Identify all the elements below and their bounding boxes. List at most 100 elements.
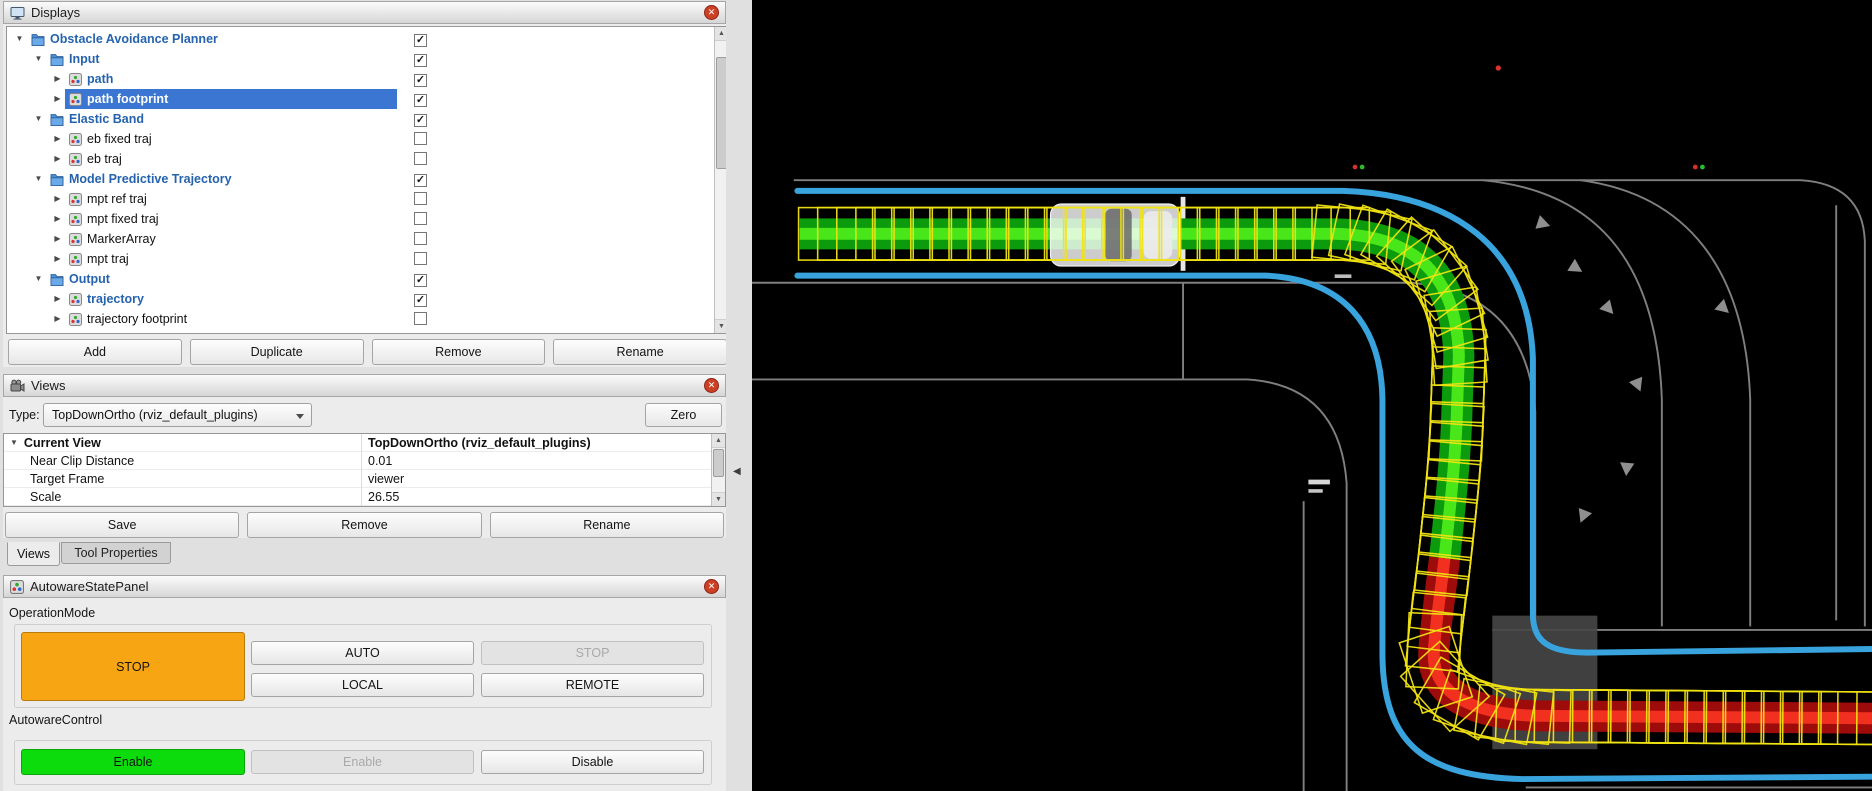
- stop-button: STOP: [481, 641, 704, 665]
- property-name: Target Frame: [4, 469, 362, 488]
- visibility-checkbox[interactable]: ✓: [414, 114, 427, 127]
- scroll-up-icon[interactable]: ▲: [712, 434, 725, 448]
- expander-collapsed-icon[interactable]: ▶: [51, 254, 64, 263]
- expander-expanded-icon[interactable]: ▼: [10, 438, 18, 447]
- tree-row[interactable]: ▶ mpt fixed traj: [7, 209, 714, 229]
- dock-tabbar: Views Tool Properties: [3, 542, 726, 568]
- expander-expanded-icon[interactable]: ▼: [32, 114, 45, 123]
- dock-splitter[interactable]: ◀: [726, 0, 752, 791]
- 3d-viewport[interactable]: [752, 0, 1872, 791]
- operation-mode-status-button[interactable]: STOP: [21, 632, 245, 701]
- folder-icon: [50, 53, 64, 66]
- current-view-table[interactable]: ▼ Current View TopDownOrtho (rviz_defaul…: [3, 433, 726, 507]
- folder-icon: [50, 173, 64, 186]
- visibility-checkbox[interactable]: ✓: [414, 34, 427, 47]
- auto-button[interactable]: AUTO: [251, 641, 474, 665]
- visibility-checkbox[interactable]: ✓: [414, 74, 427, 87]
- tree-item-label: eb traj: [87, 152, 122, 166]
- visibility-checkbox[interactable]: [414, 132, 427, 145]
- expander-collapsed-icon[interactable]: ▶: [51, 154, 64, 163]
- visibility-checkbox[interactable]: [414, 152, 427, 165]
- expander-expanded-icon[interactable]: ▼: [13, 34, 26, 43]
- visibility-checkbox[interactable]: [414, 212, 427, 225]
- table-row[interactable]: Scale 26.55: [4, 487, 725, 506]
- remove-view-button[interactable]: Remove: [247, 512, 482, 538]
- table-row[interactable]: ▼ Current View TopDownOrtho (rviz_defaul…: [4, 434, 725, 452]
- scrollbar-thumb[interactable]: [713, 449, 724, 477]
- tree-row[interactable]: ▶ eb traj: [7, 149, 714, 169]
- views-icon: [10, 379, 25, 393]
- disable-button[interactable]: Disable: [481, 750, 704, 774]
- save-button[interactable]: Save: [5, 512, 240, 538]
- tree-row[interactable]: ▼ Output ✓: [7, 269, 714, 289]
- table-row[interactable]: Target Frame viewer: [4, 469, 725, 488]
- add-button[interactable]: Add: [8, 339, 182, 365]
- tree-row[interactable]: ▼ Obstacle Avoidance Planner ✓: [7, 29, 714, 49]
- displays-tree[interactable]: ▼ Obstacle Avoidance Planner ✓ ▼ Input ✓ ▶ path…: [6, 26, 729, 334]
- tree-row[interactable]: ▶ MarkerArray: [7, 229, 714, 249]
- property-value: 26.55: [368, 489, 400, 504]
- expander-collapsed-icon[interactable]: ▶: [51, 294, 64, 303]
- tree-row[interactable]: ▶ trajectory ✓: [7, 289, 714, 309]
- visibility-checkbox[interactable]: ✓: [414, 294, 427, 307]
- expander-collapsed-icon[interactable]: ▶: [51, 74, 64, 83]
- remote-button[interactable]: REMOTE: [481, 673, 704, 697]
- visibility-checkbox[interactable]: ✓: [414, 94, 427, 107]
- displays-panel: Displays ✕ ▼ Obstacle Avoidance Planner ✓ ▼…: [3, 1, 729, 367]
- expander-collapsed-icon[interactable]: ▶: [51, 214, 64, 223]
- display-icon: [69, 152, 82, 166]
- visibility-checkbox[interactable]: [414, 312, 427, 325]
- zero-button[interactable]: Zero: [645, 403, 722, 427]
- scrollbar[interactable]: ▲ ▼: [711, 434, 725, 506]
- tree-item-label: path: [87, 72, 114, 86]
- close-icon[interactable]: ✕: [704, 5, 719, 20]
- table-row[interactable]: Near Clip Distance 0.01: [4, 451, 725, 470]
- tree-row[interactable]: ▶ trajectory footprint: [7, 309, 714, 329]
- tree-row[interactable]: ▶ eb fixed traj: [7, 129, 714, 149]
- tree-row[interactable]: ▶ path ✓: [7, 69, 714, 89]
- expander-collapsed-icon[interactable]: ▶: [51, 134, 64, 143]
- tree-row[interactable]: ▶ mpt traj: [7, 249, 714, 269]
- close-icon[interactable]: ✕: [704, 378, 719, 393]
- visibility-checkbox[interactable]: ✓: [414, 174, 427, 187]
- visibility-checkbox[interactable]: ✓: [414, 54, 427, 67]
- scroll-down-icon[interactable]: ▼: [712, 492, 725, 506]
- control-status-button[interactable]: Enable: [21, 749, 245, 775]
- tree-item-label: Model Predictive Trajectory: [69, 172, 232, 186]
- tree-row[interactable]: ▶ path footprint ✓: [7, 89, 714, 109]
- tree-row[interactable]: ▶ mpt ref traj: [7, 189, 714, 209]
- displays-titlebar[interactable]: Displays ✕: [3, 1, 726, 24]
- visibility-checkbox[interactable]: [414, 252, 427, 265]
- visibility-checkbox[interactable]: ✓: [414, 274, 427, 287]
- expander-collapsed-icon[interactable]: ▶: [51, 314, 64, 323]
- scene-background: [752, 0, 1872, 791]
- expander-expanded-icon[interactable]: ▼: [32, 174, 45, 183]
- views-titlebar[interactable]: Views ✕: [3, 374, 726, 397]
- expander-collapsed-icon[interactable]: ▶: [51, 234, 64, 243]
- view-type-dropdown[interactable]: TopDownOrtho (rviz_default_plugins): [43, 403, 312, 427]
- rviz-window: Displays ✕ ▼ Obstacle Avoidance Planner ✓ ▼…: [0, 0, 1872, 791]
- expander-expanded-icon[interactable]: ▼: [32, 274, 45, 283]
- display-icon: [69, 92, 82, 106]
- views-button-row: Save Remove Rename: [3, 512, 726, 538]
- visibility-checkbox[interactable]: [414, 192, 427, 205]
- remove-button[interactable]: Remove: [371, 339, 546, 365]
- tree-row[interactable]: ▼ Model Predictive Trajectory ✓: [7, 169, 714, 189]
- close-icon[interactable]: ✕: [704, 579, 719, 594]
- tree-row[interactable]: ▼ Elastic Band ✓: [7, 109, 714, 129]
- state-titlebar[interactable]: AutowareStatePanel ✕: [3, 575, 726, 598]
- expander-collapsed-icon[interactable]: ▶: [51, 194, 64, 203]
- tab-tool-properties[interactable]: Tool Properties: [61, 542, 171, 564]
- local-button[interactable]: LOCAL: [251, 673, 474, 697]
- tree-item-label: mpt ref traj: [87, 192, 147, 206]
- tab-views[interactable]: Views: [7, 542, 60, 566]
- rename-view-button[interactable]: Rename: [489, 512, 724, 538]
- tree-row[interactable]: ▼ Input ✓: [7, 49, 714, 69]
- collapse-arrow-icon[interactable]: ◀: [733, 466, 741, 477]
- duplicate-button[interactable]: Duplicate: [189, 339, 364, 365]
- visibility-checkbox[interactable]: [414, 232, 427, 245]
- rename-button[interactable]: Rename: [553, 339, 727, 365]
- expander-collapsed-icon[interactable]: ▶: [51, 94, 64, 103]
- expander-expanded-icon[interactable]: ▼: [32, 54, 45, 63]
- display-icon: [69, 212, 82, 226]
